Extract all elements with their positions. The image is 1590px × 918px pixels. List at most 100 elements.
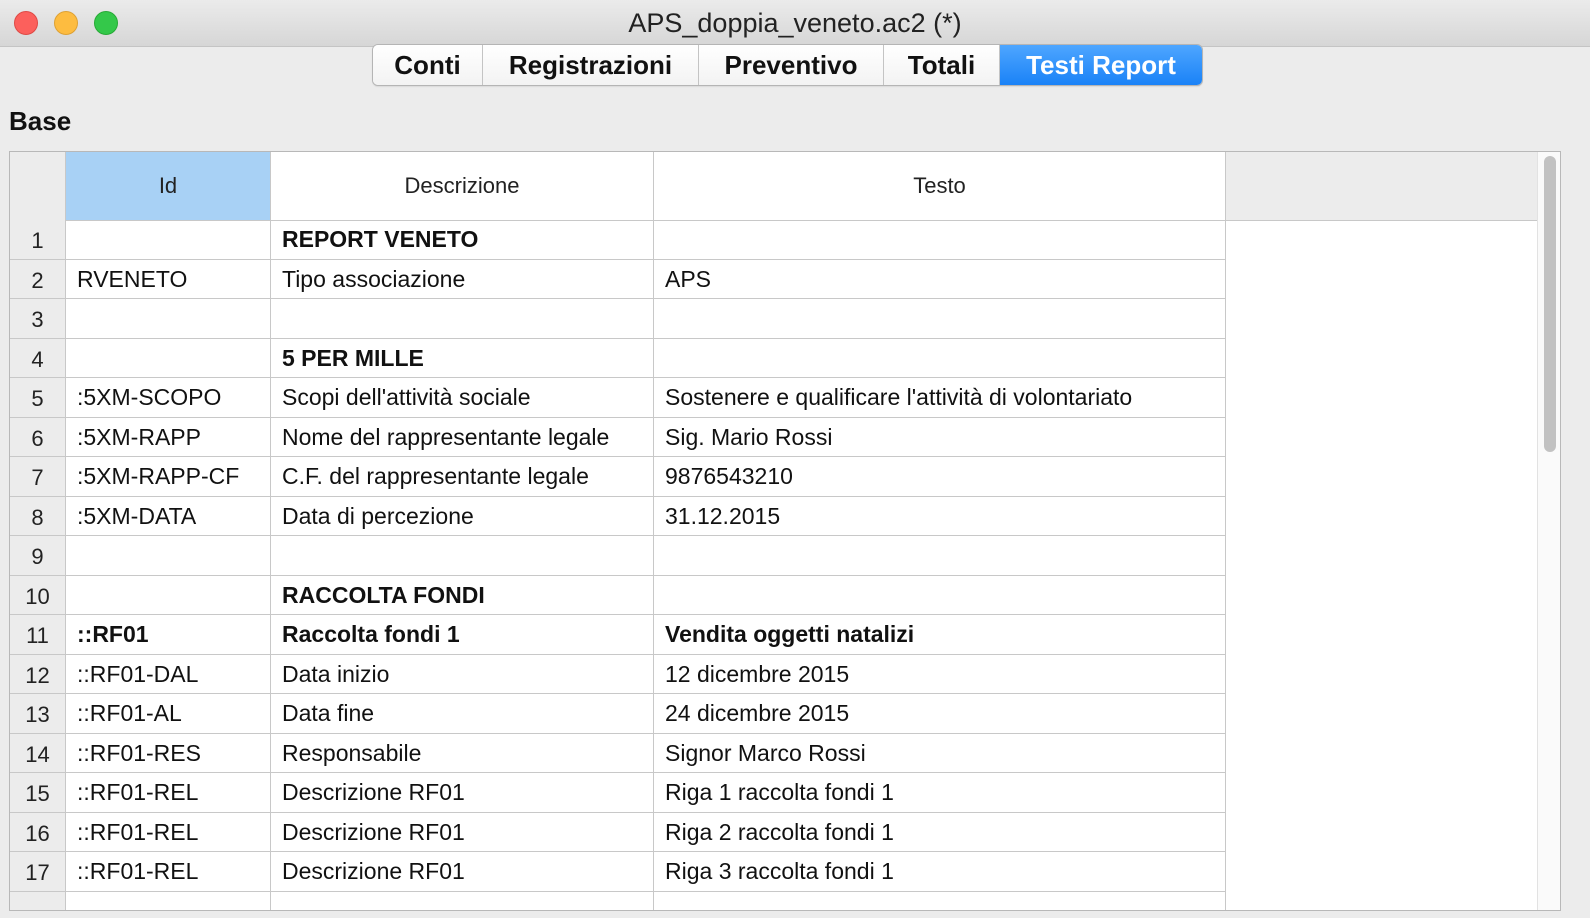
report-texts-table[interactable]: Id Descrizione Testo 1 REPORT VENETO 2 RVEN… (9, 151, 1561, 911)
row-number[interactable]: 10 (10, 575, 66, 615)
column-header-testo[interactable]: Testo (654, 152, 1226, 220)
cell-descrizione[interactable]: Data fine (271, 694, 654, 734)
table-row: 5:5XM-SCOPO Scopi dell'attività sociale So… (10, 378, 1540, 418)
vertical-scrollbar[interactable] (1537, 152, 1560, 910)
tab-conti[interactable]: Conti (373, 45, 483, 85)
window-title: APS_doppia_veneto.ac2 (*) (628, 8, 962, 38)
cell-id[interactable]: ::RF01-REL (66, 773, 271, 813)
row-number[interactable] (10, 891, 66, 910)
row-number[interactable]: 16 (10, 812, 66, 852)
cell-testo[interactable] (654, 536, 1226, 576)
cell-testo[interactable] (654, 338, 1226, 378)
tab-bar: Conti Registrazioni Preventivo Totali Te… (372, 44, 1203, 86)
cell-id[interactable]: ::RF01-RES (66, 733, 271, 773)
row-number[interactable]: 17 (10, 852, 66, 892)
cell-id[interactable] (66, 536, 271, 576)
cell-id[interactable] (66, 299, 271, 339)
cell-testo[interactable]: Sig. Mario Rossi (654, 417, 1226, 457)
cell-testo[interactable] (654, 220, 1226, 260)
cell-id[interactable]: :5XM-RAPP-CF (66, 457, 271, 497)
cell-id[interactable]: ::RF01-AL (66, 694, 271, 734)
cell-descrizione[interactable] (271, 536, 654, 576)
cell-testo[interactable]: 31.12.2015 (654, 496, 1226, 536)
cell-descrizione[interactable] (271, 891, 654, 910)
tab-preventivo[interactable]: Preventivo (699, 45, 884, 85)
cell-descrizione[interactable]: Descrizione RF01 (271, 852, 654, 892)
cell-testo[interactable]: Riga 3 raccolta fondi 1 (654, 852, 1226, 892)
cell-testo[interactable]: APS (654, 259, 1226, 299)
cell-descrizione[interactable]: Descrizione RF01 (271, 773, 654, 813)
cell-testo[interactable]: Signor Marco Rossi (654, 733, 1226, 773)
cell-testo[interactable]: 9876543210 (654, 457, 1226, 497)
row-number[interactable]: 6 (10, 417, 66, 457)
cell-id[interactable]: ::RF01 (66, 615, 271, 655)
table-row: 3 (10, 299, 1540, 339)
cell-descrizione[interactable]: Descrizione RF01 (271, 812, 654, 852)
cell-id[interactable] (66, 220, 271, 260)
row-number[interactable]: 13 (10, 694, 66, 734)
cell-id[interactable] (66, 575, 271, 615)
row-number[interactable]: 8 (10, 496, 66, 536)
cell-testo[interactable]: Sostenere e qualificare l'attività di vo… (654, 378, 1226, 418)
tab-totali[interactable]: Totali (884, 45, 1000, 85)
row-number[interactable]: 3 (10, 299, 66, 339)
row-number[interactable]: 15 (10, 773, 66, 813)
cell-testo[interactable] (654, 891, 1226, 910)
cell-id[interactable]: ::RF01-DAL (66, 654, 271, 694)
tab-testi-report[interactable]: Testi Report (1000, 45, 1202, 85)
row-number[interactable]: 12 (10, 654, 66, 694)
cell-descrizione[interactable]: Data di percezione (271, 496, 654, 536)
tab-registrazioni[interactable]: Registrazioni (483, 45, 699, 85)
cell-testo[interactable]: Riga 1 raccolta fondi 1 (654, 773, 1226, 813)
table-row: 8:5XM-DATA Data di percezione 31.12.2015 (10, 496, 1540, 536)
cell-id[interactable]: :5XM-DATA (66, 496, 271, 536)
table-row: 16::RF01-REL Descrizione RF01 Riga 2 racco… (10, 812, 1540, 852)
cell-id[interactable]: RVENETO (66, 259, 271, 299)
cell-id[interactable]: :5XM-SCOPO (66, 378, 271, 418)
cell-descrizione[interactable]: Responsabile (271, 733, 654, 773)
table-header: Id Descrizione Testo (10, 152, 1540, 221)
table-row: 10 RACCOLTA FONDI (10, 575, 1540, 615)
table-row: 17::RF01-REL Descrizione RF01 Riga 3 racco… (10, 852, 1540, 892)
cell-id[interactable] (66, 338, 271, 378)
row-number[interactable]: 11 (10, 615, 66, 655)
cell-testo[interactable]: 12 dicembre 2015 (654, 654, 1226, 694)
cell-descrizione[interactable]: Data inizio (271, 654, 654, 694)
row-header-corner[interactable] (10, 152, 66, 220)
row-number[interactable]: 1 (10, 220, 66, 260)
table-row: 9 (10, 536, 1540, 576)
cell-descrizione[interactable]: C.F. del rappresentante legale (271, 457, 654, 497)
row-number[interactable]: 5 (10, 378, 66, 418)
row-number[interactable]: 7 (10, 457, 66, 497)
cell-descrizione[interactable]: RACCOLTA FONDI (271, 575, 654, 615)
table-row: 7:5XM-RAPP-CF C.F. del rappresentante leg… (10, 457, 1540, 497)
cell-testo[interactable]: 24 dicembre 2015 (654, 694, 1226, 734)
table-row: 14::RF01-RES Responsabile Signor Marco Ros… (10, 733, 1540, 773)
cell-descrizione[interactable] (271, 299, 654, 339)
table-row (10, 891, 1540, 910)
row-number[interactable]: 9 (10, 536, 66, 576)
cell-id[interactable]: :5XM-RAPP (66, 417, 271, 457)
cell-descrizione[interactable]: Tipo associazione (271, 259, 654, 299)
title-bar: APS_doppia_veneto.ac2 (*) (0, 0, 1590, 47)
row-number[interactable]: 14 (10, 733, 66, 773)
cell-descrizione[interactable]: Nome del rappresentante legale (271, 417, 654, 457)
row-number[interactable]: 4 (10, 338, 66, 378)
table-row: 4 5 PER MILLE (10, 338, 1540, 378)
cell-id[interactable] (66, 891, 271, 910)
cell-descrizione[interactable]: Raccolta fondi 1 (271, 615, 654, 655)
cell-testo[interactable]: Riga 2 raccolta fondi 1 (654, 812, 1226, 852)
column-header-descrizione[interactable]: Descrizione (271, 152, 654, 220)
cell-descrizione[interactable]: 5 PER MILLE (271, 338, 654, 378)
cell-descrizione[interactable]: Scopi dell'attività sociale (271, 378, 654, 418)
cell-testo[interactable]: Vendita oggetti natalizi (654, 615, 1226, 655)
cell-id[interactable]: ::RF01-REL (66, 812, 271, 852)
cell-id[interactable]: ::RF01-REL (66, 852, 271, 892)
scrollbar-thumb[interactable] (1544, 156, 1556, 452)
cell-descrizione[interactable]: REPORT VENETO (271, 220, 654, 260)
cell-testo[interactable] (654, 299, 1226, 339)
row-number[interactable]: 2 (10, 259, 66, 299)
table-row: 6:5XM-RAPP Nome del rappresentante legale… (10, 417, 1540, 457)
cell-testo[interactable] (654, 575, 1226, 615)
column-header-id[interactable]: Id (66, 152, 271, 220)
